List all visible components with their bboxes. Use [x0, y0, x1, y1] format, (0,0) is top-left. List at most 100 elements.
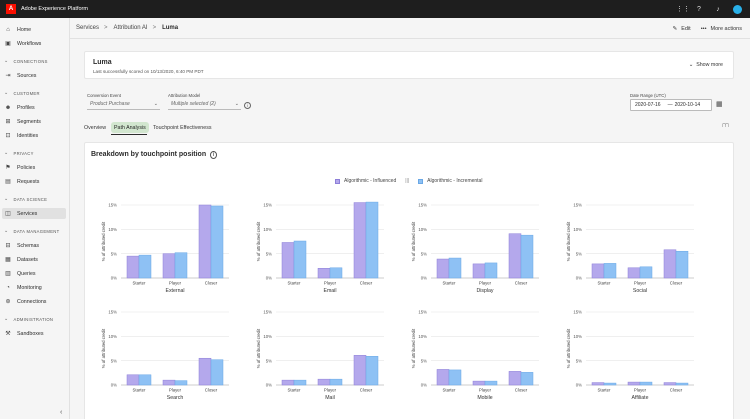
bar-influenced [281, 379, 295, 386]
calendar-icon[interactable]: ▦ [716, 100, 723, 108]
bar-influenced [472, 263, 486, 279]
chevron-down-icon: ⌄ [4, 228, 9, 234]
x-tick-label: Closer [205, 281, 218, 286]
tab-path-analysis[interactable]: Path Analysis [111, 122, 149, 133]
sidebar-item-sources[interactable]: ⇥ Sources [2, 70, 66, 81]
sidebar-item-policies[interactable]: ⚑ Policies [2, 162, 66, 173]
adobe-logo[interactable]: A [6, 4, 16, 14]
y-axis-label: % of attributed credit [566, 221, 571, 261]
bar-incremental [210, 205, 224, 279]
bar-influenced [353, 202, 367, 279]
sidebar-item-datasets[interactable]: ▦ Datasets [2, 254, 66, 265]
collapse-sidebar-icon[interactable]: ‹ [60, 409, 62, 416]
sidebar-item-schemas[interactable]: ⊟ Schemas [2, 240, 66, 251]
sidebar-item-identities[interactable]: ⊡ Identities [2, 130, 66, 141]
y-tick-label: 0% [111, 276, 117, 281]
sidebar-item-label: Profiles [17, 104, 35, 111]
conversion-event-select[interactable]: Product Purchase ⌄ [87, 99, 160, 110]
y-tick-label: 5% [576, 251, 582, 256]
y-tick-label: 5% [576, 358, 582, 363]
chart-title: Email [324, 288, 337, 294]
attribution-model-select[interactable]: Multiple selected (2) ⌄ [168, 99, 241, 110]
section-administration[interactable]: ⌄ ADMINISTRATION [4, 316, 53, 322]
section-label: DATA SCIENCE [13, 196, 48, 202]
section-privacy[interactable]: ⌄ PRIVACY [4, 150, 34, 156]
chevron-down-icon: ⌄ [4, 90, 9, 96]
y-tick-label: 10% [418, 227, 427, 232]
more-actions-button[interactable]: ••• More actions [701, 26, 742, 32]
sidebar-item-services[interactable]: ◫ Services [2, 208, 66, 219]
tab-touchpoint-effectiveness[interactable]: Touchpoint Effectiveness [150, 122, 215, 133]
sidebar-item-profiles[interactable]: ☻ Profiles [2, 102, 66, 113]
last-scored-text: Last successfully scored on 10/13/2020, … [93, 69, 204, 74]
sidebar-item-home[interactable]: ⌂ Home [2, 24, 66, 35]
y-axis-label: % of attributed credit [411, 221, 416, 261]
date-range-label: Date Range (UTC) [630, 93, 666, 98]
chevron-down-icon: ⌄ [4, 150, 9, 156]
y-tick-label: 5% [421, 358, 427, 363]
x-tick-label: Starter [288, 388, 301, 393]
y-tick-label: 15% [573, 310, 582, 315]
date-separator: — [667, 102, 673, 108]
chart-title: External [165, 288, 184, 294]
breadcrumb-services[interactable]: Services [76, 25, 99, 31]
y-tick-label: 0% [576, 383, 582, 388]
sidebar: ⌂ Home ▣ Workflows ⌄ CONNECTIONS ⇥ Sources ⌄… [0, 18, 70, 419]
sidebar-item-connections[interactable]: ⊛ Connections [2, 296, 66, 307]
apps-grid-icon[interactable]: ⋮⋮ [676, 5, 690, 13]
x-tick-label: Starter [598, 388, 611, 393]
sidebar-item-queries[interactable]: ▥ Queries [2, 268, 66, 279]
show-more-button[interactable]: ⌄ Show more [689, 62, 723, 68]
user-avatar[interactable] [733, 4, 742, 14]
bar-influenced [317, 268, 331, 279]
bar-influenced [436, 369, 450, 386]
bar-incremental [603, 263, 617, 279]
y-axis-label: % of attributed credit [256, 328, 261, 368]
chart-title: Mobile [477, 395, 492, 401]
breadcrumb-attribution-ai[interactable]: Attribution AI [114, 25, 148, 31]
workflows-icon: ▣ [5, 41, 11, 47]
datasets-icon: ▦ [5, 257, 11, 263]
sandboxes-icon: ⚒ [5, 331, 11, 337]
section-label: CONNECTIONS [13, 58, 48, 64]
date-range-field[interactable]: 2020-07-16 — 2020-10-14 [630, 99, 712, 111]
bar-influenced [663, 382, 677, 386]
x-tick-label: Player [479, 281, 492, 286]
y-axis-label: % of attributed credit [411, 328, 416, 368]
sidebar-item-workflows[interactable]: ▣ Workflows [2, 38, 66, 49]
sidebar-item-requests[interactable]: ▤ Requests [2, 176, 66, 187]
y-axis-label: % of attributed credit [101, 221, 106, 261]
bar-influenced [508, 233, 522, 279]
y-axis-label: % of attributed credit [566, 328, 571, 368]
info-icon[interactable]: i [244, 102, 251, 109]
sidebar-item-label: Requests [17, 178, 40, 185]
x-tick-label: Closer [670, 388, 683, 393]
y-tick-label: 15% [573, 203, 582, 208]
notifications-bell-icon[interactable]: ♪ [714, 6, 722, 13]
section-customer[interactable]: ⌄ CUSTOMER [4, 90, 40, 96]
y-tick-label: 5% [266, 251, 272, 256]
sidebar-item-segments[interactable]: ⊞ Segments [2, 116, 66, 127]
bar-incremental [639, 381, 653, 386]
edit-button[interactable]: ✎ Edit [673, 26, 691, 32]
sidebar-item-monitoring[interactable]: ◔ Monitoring [2, 282, 66, 293]
section-connections[interactable]: ⌄ CONNECTIONS [4, 58, 48, 64]
show-more-label: Show more [696, 62, 723, 68]
tab-overview[interactable]: Overview [81, 122, 109, 133]
help-icon[interactable]: ? [695, 6, 703, 13]
chevron-down-icon: ⌄ [688, 62, 694, 68]
sidebar-item-label: Sandboxes [17, 330, 44, 337]
x-tick-label: Player [324, 281, 337, 286]
sidebar-item-sandboxes[interactable]: ⚒ Sandboxes [2, 328, 66, 339]
bar-incremental [484, 380, 498, 386]
bar-influenced [436, 258, 450, 279]
filter-icon[interactable]: ⩋ [722, 122, 729, 130]
breadcrumb-separator: > [152, 25, 157, 31]
bar-incremental [329, 267, 343, 279]
bar-influenced [162, 379, 176, 386]
bar-influenced [627, 267, 641, 279]
section-data-science[interactable]: ⌄ DATA SCIENCE [4, 196, 47, 202]
y-tick-label: 5% [111, 251, 117, 256]
bar-influenced [198, 204, 212, 279]
section-data-management[interactable]: ⌄ DATA MANAGEMENT [4, 228, 60, 234]
